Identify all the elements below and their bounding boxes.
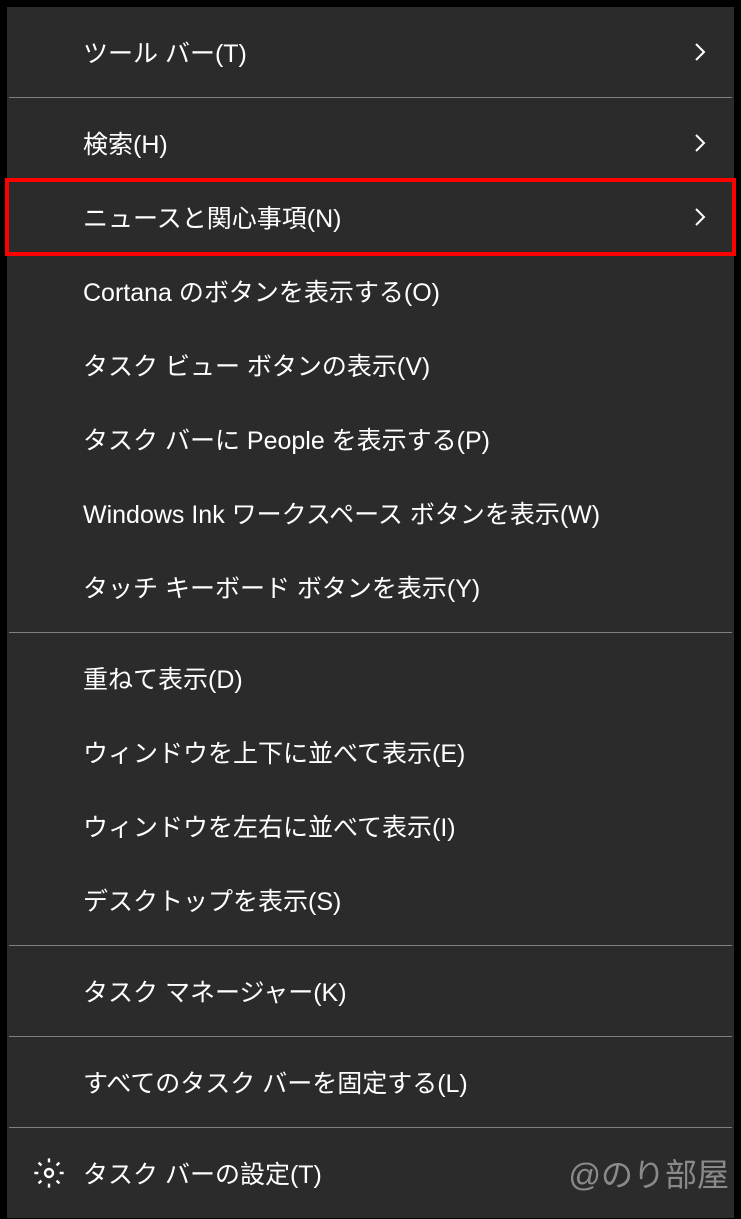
menu-item-label: タッチ キーボード ボタンを表示(Y) (83, 569, 704, 605)
menu-item-label: 検索(H) (83, 125, 688, 161)
menu-item-label: Windows Ink ワークスペース ボタンを表示(W) (83, 495, 704, 531)
menu-separator (9, 1036, 732, 1037)
menu-item-label: タスク マネージャー(K) (83, 973, 704, 1009)
menu-item[interactable]: タスク マネージャー(K) (7, 954, 734, 1028)
menu-item[interactable]: ツール バー(T) (7, 15, 734, 89)
taskbar-context-menu: ツール バー(T) 検索(H) ニュースと関心事項(N) Cortana のボタンを表… (6, 6, 735, 1219)
menu-item-label: タスク ビュー ボタンの表示(V) (83, 347, 704, 383)
menu-item[interactable]: タッチ キーボード ボタンを表示(Y) (7, 550, 734, 624)
menu-item-label: Cortana のボタンを表示する(O) (83, 273, 704, 309)
menu-item[interactable]: Cortana のボタンを表示する(O) (7, 254, 734, 328)
menu-item[interactable]: 重ねて表示(D) (7, 641, 734, 715)
menu-item[interactable]: すべてのタスク バーを固定する(L) (7, 1045, 734, 1119)
menu-item[interactable]: タスク バーに People を表示する(P) (7, 402, 734, 476)
menu-item-label: ウィンドウを上下に並べて表示(E) (83, 734, 704, 770)
watermark-text: @のり部屋 (569, 1150, 730, 1196)
menu-item-label: ニュースと関心事項(N) (83, 199, 688, 235)
menu-item-label: タスク バーに People を表示する(P) (83, 421, 704, 457)
menu-separator (9, 632, 732, 633)
menu-item-label: すべてのタスク バーを固定する(L) (83, 1064, 704, 1100)
menu-item-label: ツール バー(T) (83, 34, 688, 70)
menu-separator (9, 945, 732, 946)
menu-item[interactable]: タスク ビュー ボタンの表示(V) (7, 328, 734, 402)
menu-item-label: ウィンドウを左右に並べて表示(I) (83, 808, 704, 844)
menu-item[interactable]: ウィンドウを上下に並べて表示(E) (7, 715, 734, 789)
chevron-right-icon (688, 131, 712, 155)
menu-separator (9, 97, 732, 98)
chevron-right-icon (688, 205, 712, 229)
gear-icon (33, 1157, 65, 1189)
chevron-right-icon (688, 40, 712, 64)
menu-item[interactable]: ニュースと関心事項(N) (7, 180, 734, 254)
menu-separator (9, 1127, 732, 1128)
menu-item-label: 重ねて表示(D) (83, 660, 704, 696)
menu-item[interactable]: 検索(H) (7, 106, 734, 180)
menu-item[interactable]: Windows Ink ワークスペース ボタンを表示(W) (7, 476, 734, 550)
menu-item[interactable]: ウィンドウを左右に並べて表示(I) (7, 789, 734, 863)
menu-item-label: デスクトップを表示(S) (83, 882, 704, 918)
menu-item[interactable]: デスクトップを表示(S) (7, 863, 734, 937)
